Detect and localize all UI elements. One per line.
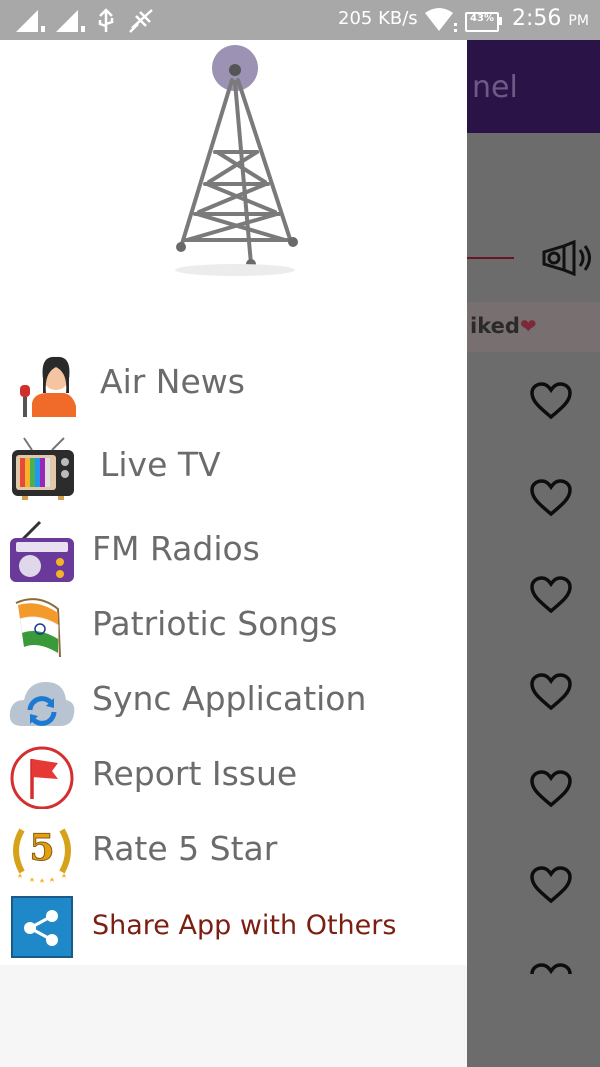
- heart-outline-icon[interactable]: [529, 769, 573, 809]
- clock: 2:56 PM: [512, 6, 589, 31]
- heart-outline-icon[interactable]: [529, 478, 573, 518]
- menu-item-label: Rate 5 Star: [92, 829, 278, 868]
- menu-item-patriotic-songs[interactable]: Patriotic Songs: [0, 590, 467, 664]
- menu-item-label: Air News: [100, 362, 245, 401]
- liked-label: iked❤: [470, 314, 537, 338]
- menu-item-label: FM Radios: [92, 529, 260, 568]
- heart-outline-icon[interactable]: [529, 672, 573, 712]
- menu-item-label: Share App with Others: [92, 910, 397, 941]
- signal-icons: [16, 8, 153, 33]
- menu-item-fm-radios[interactable]: FM Radios: [0, 515, 467, 589]
- toolbar-title: nel: [472, 70, 518, 105]
- menu-item-report-issue[interactable]: Report Issue: [0, 740, 467, 814]
- battery-tip: [499, 17, 502, 25]
- menu-item-sync-application[interactable]: Sync Application: [0, 665, 467, 739]
- network-speed: 205 KB/s: [338, 8, 418, 29]
- heart-outline-icon[interactable]: [529, 865, 573, 905]
- divider: [466, 257, 514, 259]
- menu-item-label: Sync Application: [92, 679, 367, 718]
- navigation-drawer: Air News Live TV FM Radios Patriotic Son…: [0, 40, 467, 1067]
- menu-item-label: Live TV: [100, 445, 221, 484]
- menu-item-air-news[interactable]: Air News: [0, 348, 467, 422]
- battery-level: 43%: [470, 13, 494, 24]
- menu-item-label: Report Issue: [92, 754, 298, 793]
- cloud-sync-icon: [9, 682, 75, 726]
- radio-icon: [10, 520, 74, 582]
- status-bar: 205 KB/s 43% 2:56 PM: [0, 0, 600, 40]
- wifi-icon: [425, 8, 457, 32]
- menu-item-rate-5-star[interactable]: 5 Rate 5 Star: [0, 815, 467, 889]
- heart-outline-icon[interactable]: [529, 381, 573, 421]
- svg-text:5: 5: [29, 827, 54, 869]
- menu-item-live-tv[interactable]: Live TV: [0, 431, 467, 505]
- radio-tower-icon: [175, 45, 298, 276]
- heart-filled-icon: ❤: [519, 314, 537, 338]
- india-flag-icon: [15, 598, 61, 658]
- news-reporter-icon: [20, 356, 76, 417]
- television-icon: [12, 437, 74, 500]
- heart-outline-icon[interactable]: [529, 575, 573, 615]
- drawer-menu: Air News Live TV FM Radios Patriotic Son…: [0, 40, 467, 965]
- share-icon: [11, 896, 73, 958]
- megaphone-icon[interactable]: [540, 238, 592, 278]
- heart-outline-icon[interactable]: [529, 960, 573, 976]
- report-flag-icon: [10, 746, 74, 809]
- menu-item-share-app[interactable]: Share App with Others: [0, 890, 467, 964]
- menu-item-label: Patriotic Songs: [92, 604, 338, 643]
- five-star-badge-icon: 5: [13, 827, 71, 883]
